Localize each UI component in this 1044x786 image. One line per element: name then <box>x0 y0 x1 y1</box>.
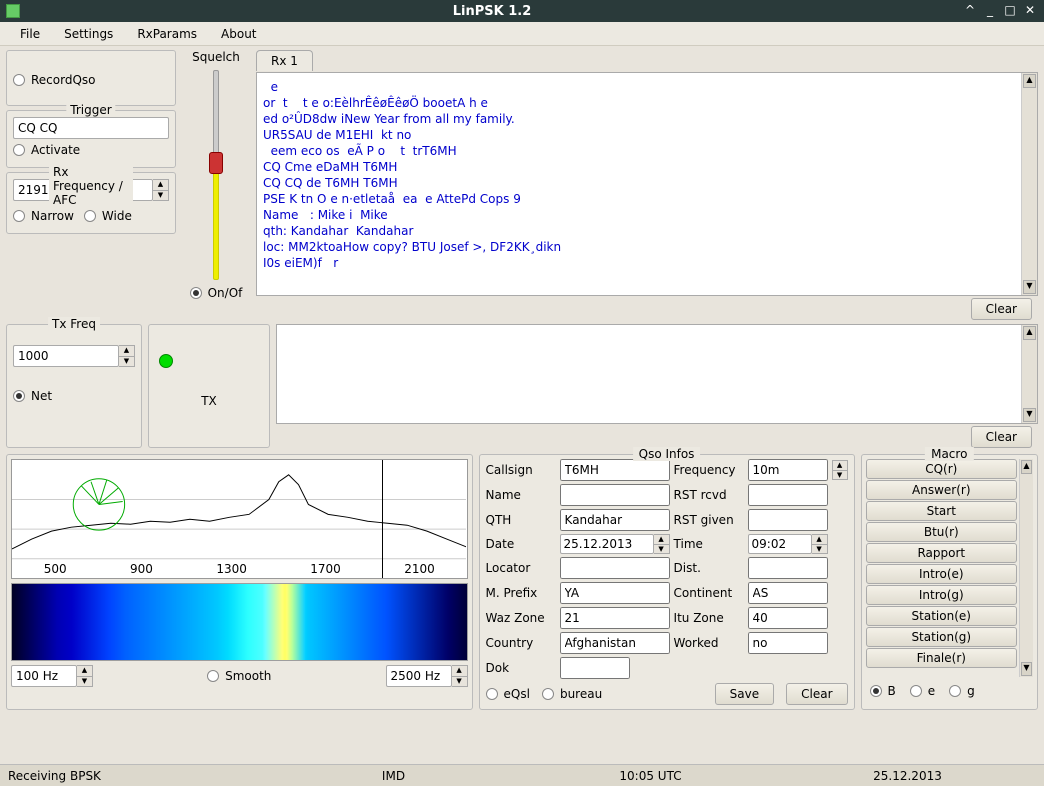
mprefix-input[interactable] <box>560 582 670 604</box>
menubar: File Settings RxParams About <box>0 22 1044 46</box>
macro-radio-b[interactable]: B <box>870 684 896 698</box>
qso-panel: Qso Infos CallsignFrequency▲▼ NameRST rc… <box>479 454 855 710</box>
close-button[interactable]: ✕ <box>1022 3 1038 19</box>
name-input[interactable] <box>560 484 670 506</box>
rx-tab-1[interactable]: Rx 1 <box>256 50 313 71</box>
macro-scrollbar[interactable]: ▲▼ <box>1019 459 1033 677</box>
tx-scrollbar[interactable]: ▲▼ <box>1021 325 1037 423</box>
smooth-radio[interactable]: Smooth <box>103 669 376 683</box>
freq-high-spin[interactable]: ▲▼ <box>386 665 468 687</box>
squelch-onoff[interactable]: On/Of <box>182 286 250 300</box>
freq-low-spin[interactable]: ▲▼ <box>11 665 93 687</box>
macro-button-2[interactable]: Start <box>866 501 1017 521</box>
app-icon <box>6 4 20 18</box>
eqsl-radio[interactable]: eQsl <box>486 687 530 701</box>
maximize-button[interactable]: □ <box>1002 3 1018 19</box>
titlebar: LinPSK 1.2 ^ _ □ ✕ <box>0 0 1044 22</box>
menu-rxparams[interactable]: RxParams <box>125 23 209 45</box>
freq-stepper[interactable]: ▲▼ <box>832 460 848 480</box>
continent-input[interactable] <box>748 582 828 604</box>
callsign-input[interactable] <box>560 459 670 481</box>
status-date: 25.12.2013 <box>779 769 1036 783</box>
rxfreq-box: Rx Frequency / AFC ▲▼ Narrow Wide <box>6 172 176 234</box>
dok-input[interactable] <box>560 657 630 679</box>
worked-input[interactable] <box>748 632 828 654</box>
rollup-button[interactable]: ^ <box>962 3 978 19</box>
txfreq-spin[interactable]: ▲▼ <box>13 345 135 367</box>
rx-clear-button[interactable]: Clear <box>971 298 1032 320</box>
macro-button-6[interactable]: Intro(g) <box>866 585 1017 605</box>
txfreq-box: Tx Freq ▲▼ Net <box>6 324 142 448</box>
status-utc: 10:05 UTC <box>522 769 779 783</box>
narrow-radio[interactable]: Narrow <box>13 209 74 223</box>
recordqso-box: RecordQso <box>6 50 176 106</box>
spectrum-plot[interactable]: 500 900 1300 1700 2100 <box>11 459 468 579</box>
tx-button[interactable]: TX <box>191 384 227 418</box>
locator-input[interactable] <box>560 557 670 579</box>
window-title: LinPSK 1.2 <box>26 4 958 19</box>
dist-input[interactable] <box>748 557 828 579</box>
squelch-box: Squelch On/Of <box>182 50 250 320</box>
macro-button-9[interactable]: Finale(r) <box>866 648 1017 668</box>
macro-panel: Macro CQ(r)Answer(r)StartBtu(r)RapportIn… <box>861 454 1038 710</box>
rstgiven-input[interactable] <box>748 509 828 531</box>
recordqso-radio[interactable]: RecordQso <box>13 73 169 87</box>
tx-box: TX <box>148 324 270 448</box>
date-spin[interactable]: ▲▼ <box>560 534 670 554</box>
waterfall-plot[interactable] <box>11 583 468 661</box>
macro-radio-g[interactable]: g <box>949 684 975 698</box>
trigger-box: Trigger Activate <box>6 110 176 168</box>
status-imd: IMD <box>265 769 522 783</box>
qso-save-button[interactable]: Save <box>715 683 774 705</box>
status-mode: Receiving BPSK <box>8 769 265 783</box>
wazzone-input[interactable] <box>560 607 670 629</box>
net-radio[interactable]: Net <box>13 389 135 403</box>
rx-scrollbar[interactable]: ▲▼ <box>1021 73 1037 295</box>
macro-radio-e[interactable]: e <box>910 684 935 698</box>
time-spin[interactable]: ▲▼ <box>748 534 828 554</box>
menu-about[interactable]: About <box>209 23 268 45</box>
ituzone-input[interactable] <box>748 607 828 629</box>
wide-radio[interactable]: Wide <box>84 209 132 223</box>
spectrum-panel: 500 900 1300 1700 2100 ▲▼ Smooth ▲▼ <box>6 454 473 710</box>
menu-file[interactable]: File <box>8 23 52 45</box>
macro-button-5[interactable]: Intro(e) <box>866 564 1017 584</box>
rx-textview: e or t t e o:EèlhrÊêøÊêøÖ booetA h e ed … <box>256 72 1038 296</box>
statusbar: Receiving BPSK IMD 10:05 UTC 25.12.2013 <box>0 764 1044 786</box>
menu-settings[interactable]: Settings <box>52 23 125 45</box>
trigger-input[interactable] <box>13 117 169 139</box>
macro-button-4[interactable]: Rapport <box>866 543 1017 563</box>
frequency-input[interactable] <box>748 459 828 481</box>
tx-textview[interactable]: ▲▼ <box>276 324 1038 424</box>
qso-clear-button[interactable]: Clear <box>786 683 847 705</box>
bureau-radio[interactable]: bureau <box>542 687 602 701</box>
squelch-slider[interactable] <box>213 70 219 280</box>
macro-button-8[interactable]: Station(g) <box>866 627 1017 647</box>
minimize-button[interactable]: _ <box>982 3 998 19</box>
macro-button-0[interactable]: CQ(r) <box>866 459 1017 479</box>
rstrcvd-input[interactable] <box>748 484 828 506</box>
country-input[interactable] <box>560 632 670 654</box>
activate-radio[interactable]: Activate <box>13 143 169 157</box>
macro-button-1[interactable]: Answer(r) <box>866 480 1017 500</box>
tx-led <box>159 354 173 368</box>
macro-button-7[interactable]: Station(e) <box>866 606 1017 626</box>
qth-input[interactable] <box>560 509 670 531</box>
macro-button-3[interactable]: Btu(r) <box>866 522 1017 542</box>
tx-clear-button[interactable]: Clear <box>971 426 1032 448</box>
